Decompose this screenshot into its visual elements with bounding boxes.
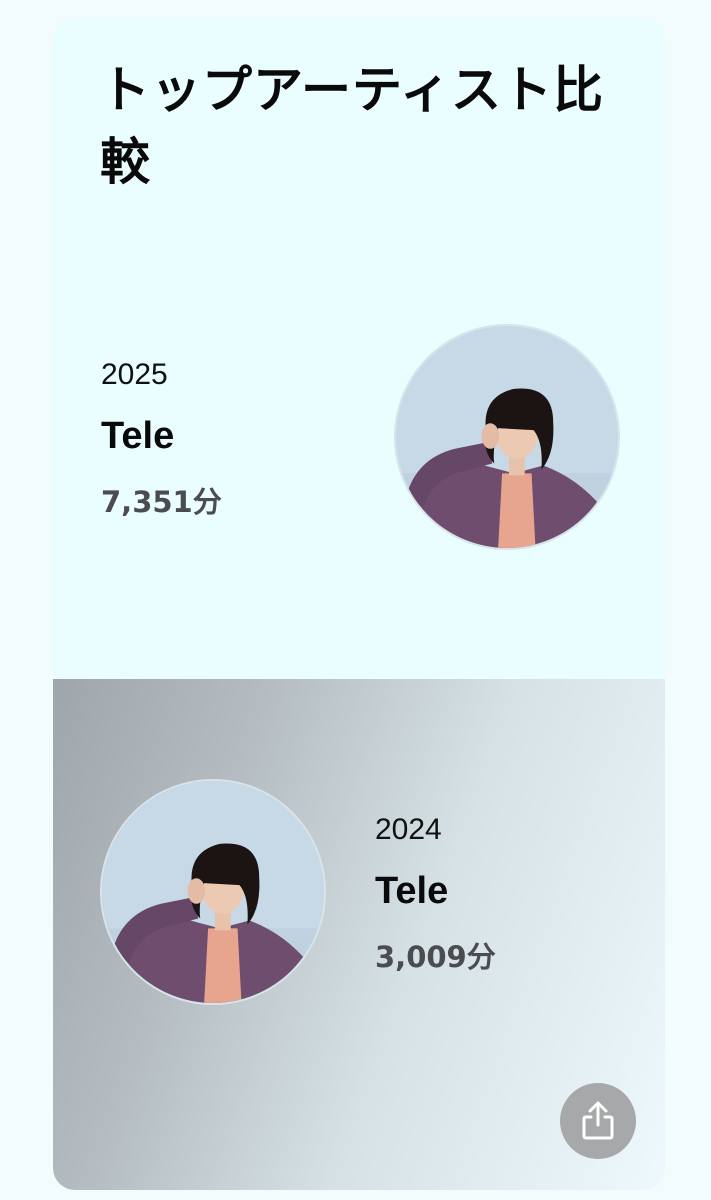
page-title: トップアーティスト比較	[100, 61, 604, 191]
entry-year-2024: 2024	[375, 813, 442, 846]
artist-avatar-2024[interactable]	[100, 779, 326, 1005]
share-button[interactable]	[560, 1083, 636, 1159]
entry-artist-2024: Tele	[375, 870, 449, 912]
entry-year-2025: 2025	[101, 358, 168, 391]
artist-photo-icon	[396, 326, 618, 548]
artist-avatar-2025[interactable]	[394, 324, 620, 550]
artist-photo-icon	[102, 781, 324, 1003]
entry-minutes-2024: 3,009分	[375, 940, 496, 974]
share-icon	[582, 1101, 614, 1140]
entry-minutes-2025: 7,351分	[101, 485, 222, 519]
entry-artist-2025: Tele	[101, 415, 175, 457]
top-artist-comparison-card: トップアーティスト比較 2025 Tele 7,351分 2024 Tele 3…	[53, 18, 665, 1190]
